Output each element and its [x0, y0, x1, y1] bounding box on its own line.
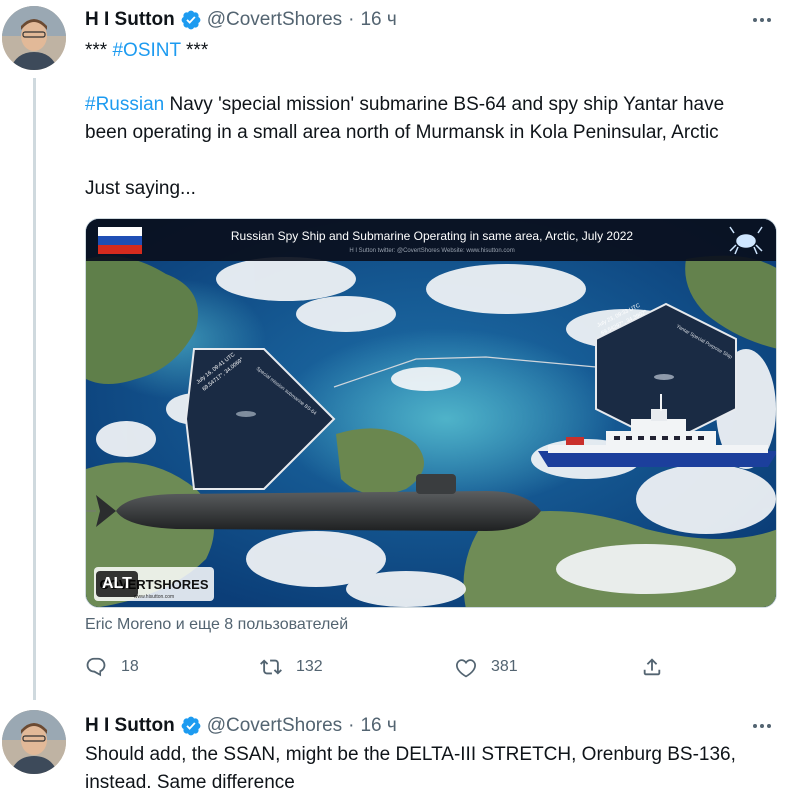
- tweet-body-text: Navy 'special mission' submarine BS-64 a…: [164, 94, 725, 115]
- hashtag-osint[interactable]: #OSINT: [112, 40, 180, 61]
- reply-button[interactable]: 18: [85, 652, 139, 682]
- alt-text-badge[interactable]: ALT: [96, 571, 138, 597]
- like-button[interactable]: 381: [455, 652, 518, 682]
- liked-by-text[interactable]: Eric Moreno и еще 8 пользователей: [85, 616, 348, 634]
- tweet-body-text: Should add, the SSAN, might be the DELTA…: [85, 744, 736, 765]
- retweet-count: 132: [296, 658, 323, 675]
- avatar[interactable]: [2, 710, 66, 774]
- like-icon: [455, 656, 477, 678]
- tweet-body-text: been operating in a small area north of …: [85, 122, 719, 143]
- tweet[interactable]: H I Sutton @CovertShores · 16 ч Should a…: [0, 700, 800, 805]
- avatar-image: [2, 710, 66, 774]
- more-icon[interactable]: [748, 10, 776, 30]
- stars-text: ***: [180, 40, 209, 61]
- author-name[interactable]: H I Sutton: [85, 9, 175, 31]
- infographic-title: Russian Spy Ship and Submarine Operating…: [231, 229, 634, 243]
- reply-icon: [85, 656, 107, 678]
- retweet-button[interactable]: 132: [260, 652, 323, 682]
- separator-dot: ·: [348, 715, 355, 736]
- avatar[interactable]: [2, 6, 66, 70]
- avatar-image: [2, 6, 66, 70]
- verified-badge-icon: [180, 715, 202, 737]
- stars-text: ***: [85, 40, 113, 61]
- tweet[interactable]: H I Sutton @CovertShores · 16 ч *** #OSI…: [0, 0, 800, 700]
- verified-badge-icon: [180, 9, 202, 31]
- satellite-infographic: Russian Spy Ship and Submarine Operating…: [86, 219, 776, 607]
- tweet-header: H I Sutton @CovertShores · 16 ч: [85, 6, 397, 34]
- tweet-body-text: Just saying...: [85, 178, 196, 199]
- author-handle[interactable]: @CovertShores: [207, 715, 342, 737]
- reply-count: 18: [121, 658, 139, 675]
- author-handle[interactable]: @CovertShores: [207, 9, 342, 31]
- tweet-text-line: *** #OSINT ***: [85, 38, 785, 63]
- author-name[interactable]: H I Sutton: [85, 715, 175, 737]
- timestamp[interactable]: 16 ч: [360, 9, 396, 31]
- infographic-credit: H I Sutton twitter: @CovertShores Websit…: [349, 248, 514, 254]
- retweet-icon: [260, 656, 282, 678]
- share-button[interactable]: [641, 652, 663, 682]
- hashtag-russian[interactable]: #Russian: [85, 94, 164, 115]
- tweet-actions: 18 132 381: [85, 652, 765, 682]
- tweet-header: H I Sutton @CovertShores · 16 ч: [85, 712, 397, 740]
- more-icon[interactable]: [748, 716, 776, 736]
- timestamp[interactable]: 16 ч: [360, 715, 396, 737]
- share-icon: [641, 656, 663, 678]
- tweet-media-image[interactable]: Russian Spy Ship and Submarine Operating…: [85, 218, 777, 608]
- russian-flag-icon: [98, 227, 142, 254]
- thread-connector: [33, 78, 36, 700]
- like-count: 381: [491, 658, 518, 675]
- watermark-url: www.hisutton.com: [134, 594, 174, 600]
- tweet-body-text: instead. Same difference: [85, 772, 295, 793]
- tweet-text-line: #Russian Navy 'special mission' submarin…: [85, 92, 785, 117]
- separator-dot: ·: [348, 9, 355, 30]
